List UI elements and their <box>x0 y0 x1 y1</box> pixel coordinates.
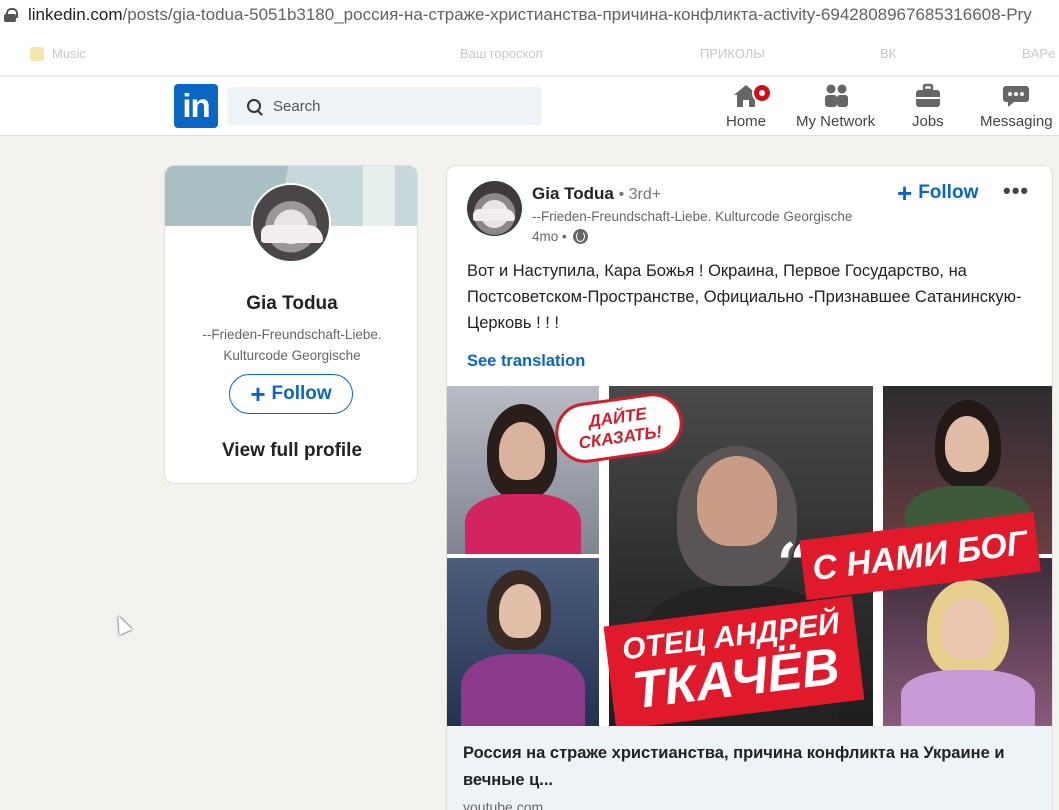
network-icon <box>824 84 848 107</box>
author-name[interactable]: Gia Todua • 3rd+ <box>532 184 661 204</box>
video-thumbnail[interactable]: ДАЙТЕ СКАЗАТЬ! “ С НАМИ БОГ ОТЕЦ АНДРЕЙ … <box>447 386 1052 726</box>
post-follow-button[interactable]: + Follow <box>897 180 978 206</box>
profile-headline: --Frieden-Freundschaft-Liebe. Kulturcode… <box>202 327 382 363</box>
briefcase-icon <box>915 83 940 107</box>
linkedin-header: in Home My Network Jobs Messaging <box>0 77 1059 136</box>
connection-degree: • 3rd+ <box>618 186 662 203</box>
bookmark-item[interactable]: ПРИКОЛЫ <box>700 46 765 61</box>
bookmark-item[interactable]: ВК <box>880 46 896 61</box>
bookmark-item[interactable]: Ваш гороскоп <box>460 46 543 61</box>
nav-messaging[interactable]: Messaging <box>980 83 1053 130</box>
messaging-icon <box>1003 86 1030 107</box>
profile-name[interactable]: Gia Todua <box>165 293 417 315</box>
more-options-icon[interactable]: ••• <box>1003 178 1029 204</box>
mouse-cursor-icon <box>111 612 133 636</box>
nav-jobs[interactable]: Jobs <box>912 83 944 130</box>
bookmark-item[interactable]: BAPe <box>1022 46 1055 61</box>
nav-home[interactable]: Home <box>726 83 773 130</box>
nav-my-network[interactable]: My Network <box>796 83 875 130</box>
bookmark-item[interactable]: Music <box>30 46 86 61</box>
post-time: 4mo • <box>532 229 588 244</box>
link-title[interactable]: Россия на страже христианства, причина к… <box>463 740 1033 794</box>
see-translation-link[interactable]: See translation <box>467 352 585 371</box>
post-text: Вот и Наступила, Кара Божья ! Окраина, П… <box>467 262 1022 332</box>
author-headline: --Frieden-Freundschaft-Liebe. Kulturcode… <box>532 209 853 224</box>
thumbnail-panel <box>447 558 599 726</box>
address-bar[interactable]: linkedin.com/posts/gia-todua-5051b3180_р… <box>0 0 1059 30</box>
globe-icon <box>572 229 588 244</box>
link-source: youtube.com <box>463 799 544 810</box>
follow-button[interactable]: + Follow <box>229 374 353 414</box>
view-full-profile-link[interactable]: View full profile <box>165 440 417 462</box>
bookmarks-bar: Music Ваш гороскоп ПРИКОЛЫ ВК BAPe <box>0 30 1059 76</box>
profile-card: Gia Todua --Frieden-Freundschaft-Liebe. … <box>164 165 418 484</box>
linkedin-logo[interactable]: in <box>174 84 218 128</box>
search-box[interactable] <box>227 87 542 125</box>
avatar[interactable] <box>251 183 331 263</box>
plus-icon: + <box>250 379 266 409</box>
search-icon <box>247 99 261 113</box>
notification-badge <box>752 83 773 103</box>
folder-icon <box>30 46 44 61</box>
url-text: linkedin.com/posts/gia-todua-5051b3180_р… <box>28 5 1032 24</box>
search-input[interactable] <box>273 97 513 115</box>
author-avatar[interactable] <box>467 181 522 236</box>
plus-icon: + <box>897 178 913 208</box>
post-card: Gia Todua • 3rd+ --Frieden-Freundschaft-… <box>446 165 1053 810</box>
lock-icon <box>4 8 18 22</box>
link-preview[interactable]: Россия на страже христианства, причина к… <box>447 726 1052 810</box>
